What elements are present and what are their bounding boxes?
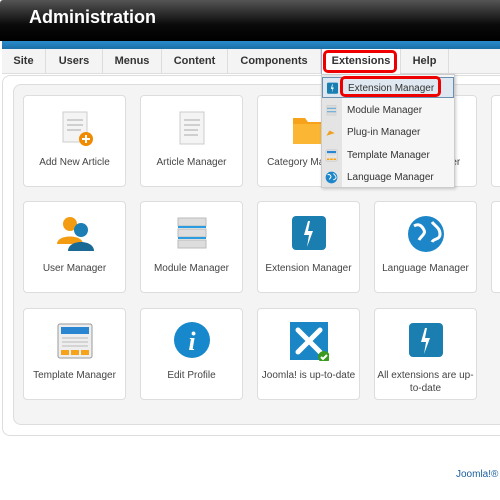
menu-content[interactable]: Content xyxy=(162,49,228,74)
template-icon xyxy=(57,323,93,359)
module-icon xyxy=(326,104,337,115)
quick-icon-tile-partial[interactable] xyxy=(491,95,500,187)
header: Administration xyxy=(0,0,500,41)
tile-label: Template Manager xyxy=(33,370,116,381)
dropdown-item[interactable]: Plug-in Manager xyxy=(322,122,454,143)
info-icon: i xyxy=(174,322,210,358)
plugin-icon xyxy=(326,130,335,136)
page-title: Administration xyxy=(29,7,157,27)
add-article-icon xyxy=(62,111,93,146)
extension-icon xyxy=(409,323,443,357)
globe-icon xyxy=(325,171,338,184)
users-icon xyxy=(57,217,94,251)
quick-icon-tile[interactable]: i Edit Profile xyxy=(140,308,243,400)
template-icon xyxy=(325,149,338,161)
module-icon xyxy=(177,217,207,249)
tile-label: Joomla! is up-to-date xyxy=(261,370,356,381)
quick-icon-tile[interactable]: Joomla! is up-to-date xyxy=(257,308,360,400)
highlight-extensions xyxy=(323,50,397,73)
article-icon xyxy=(179,111,205,145)
extension-icon xyxy=(292,216,326,250)
quick-icon-tile[interactable]: Extension Manager xyxy=(257,201,360,293)
dropdown-item[interactable]: Template Manager xyxy=(322,145,454,166)
dropdown-item[interactable]: Module Manager xyxy=(322,100,454,121)
menu-users[interactable]: Users xyxy=(46,49,103,74)
tile-label: Language Manager xyxy=(382,263,469,274)
highlight-extension-manager xyxy=(340,76,441,97)
dropdown-item-label: Language Manager xyxy=(347,172,434,183)
tile-label: Article Manager xyxy=(156,157,227,168)
dropdown-item-label: Plug-in Manager xyxy=(347,127,421,138)
tile-label: User Manager xyxy=(42,263,107,274)
quick-icon-tile[interactable]: User Manager xyxy=(23,201,126,293)
menu-site[interactable]: Site xyxy=(2,49,46,74)
svg-text:i: i xyxy=(188,327,196,356)
tile-label: Module Manager xyxy=(153,263,230,274)
quick-icon-tile[interactable]: All extensions are up-to-date xyxy=(374,308,477,400)
main-menu: Site Users Menus Content Components Exte… xyxy=(2,49,500,74)
dropdown-item-label: Module Manager xyxy=(347,104,423,116)
quick-icon-tile[interactable]: Template Manager xyxy=(23,308,126,400)
quick-icon-tile[interactable]: Article Manager xyxy=(140,95,243,187)
menu-menus[interactable]: Menus xyxy=(103,49,162,74)
tile-label: All extensions are up-to-date xyxy=(377,370,474,394)
quick-icon-tile[interactable]: Language Manager xyxy=(374,201,477,293)
menu-components[interactable]: Components xyxy=(228,49,321,74)
dropdown-item[interactable]: Language Manager xyxy=(322,167,454,188)
extension-icon xyxy=(326,82,339,94)
quick-icon-tile[interactable]: Module Manager xyxy=(140,201,243,293)
header-strip xyxy=(2,41,500,49)
dropdown-item-label: Template Manager xyxy=(347,149,430,161)
tile-label: Add New Article xyxy=(39,157,110,168)
tile-label: Edit Profile xyxy=(167,370,216,381)
tile-label: Extension Manager xyxy=(265,263,352,274)
menu-help[interactable]: Help xyxy=(401,49,449,74)
footer-joomla[interactable]: Joomla!® xyxy=(456,469,498,480)
joomla-check-icon xyxy=(290,322,329,361)
quick-icon-tile-partial[interactable] xyxy=(491,201,500,293)
quick-icon-tile[interactable]: Add New Article xyxy=(23,95,126,187)
globe-icon xyxy=(408,216,444,252)
